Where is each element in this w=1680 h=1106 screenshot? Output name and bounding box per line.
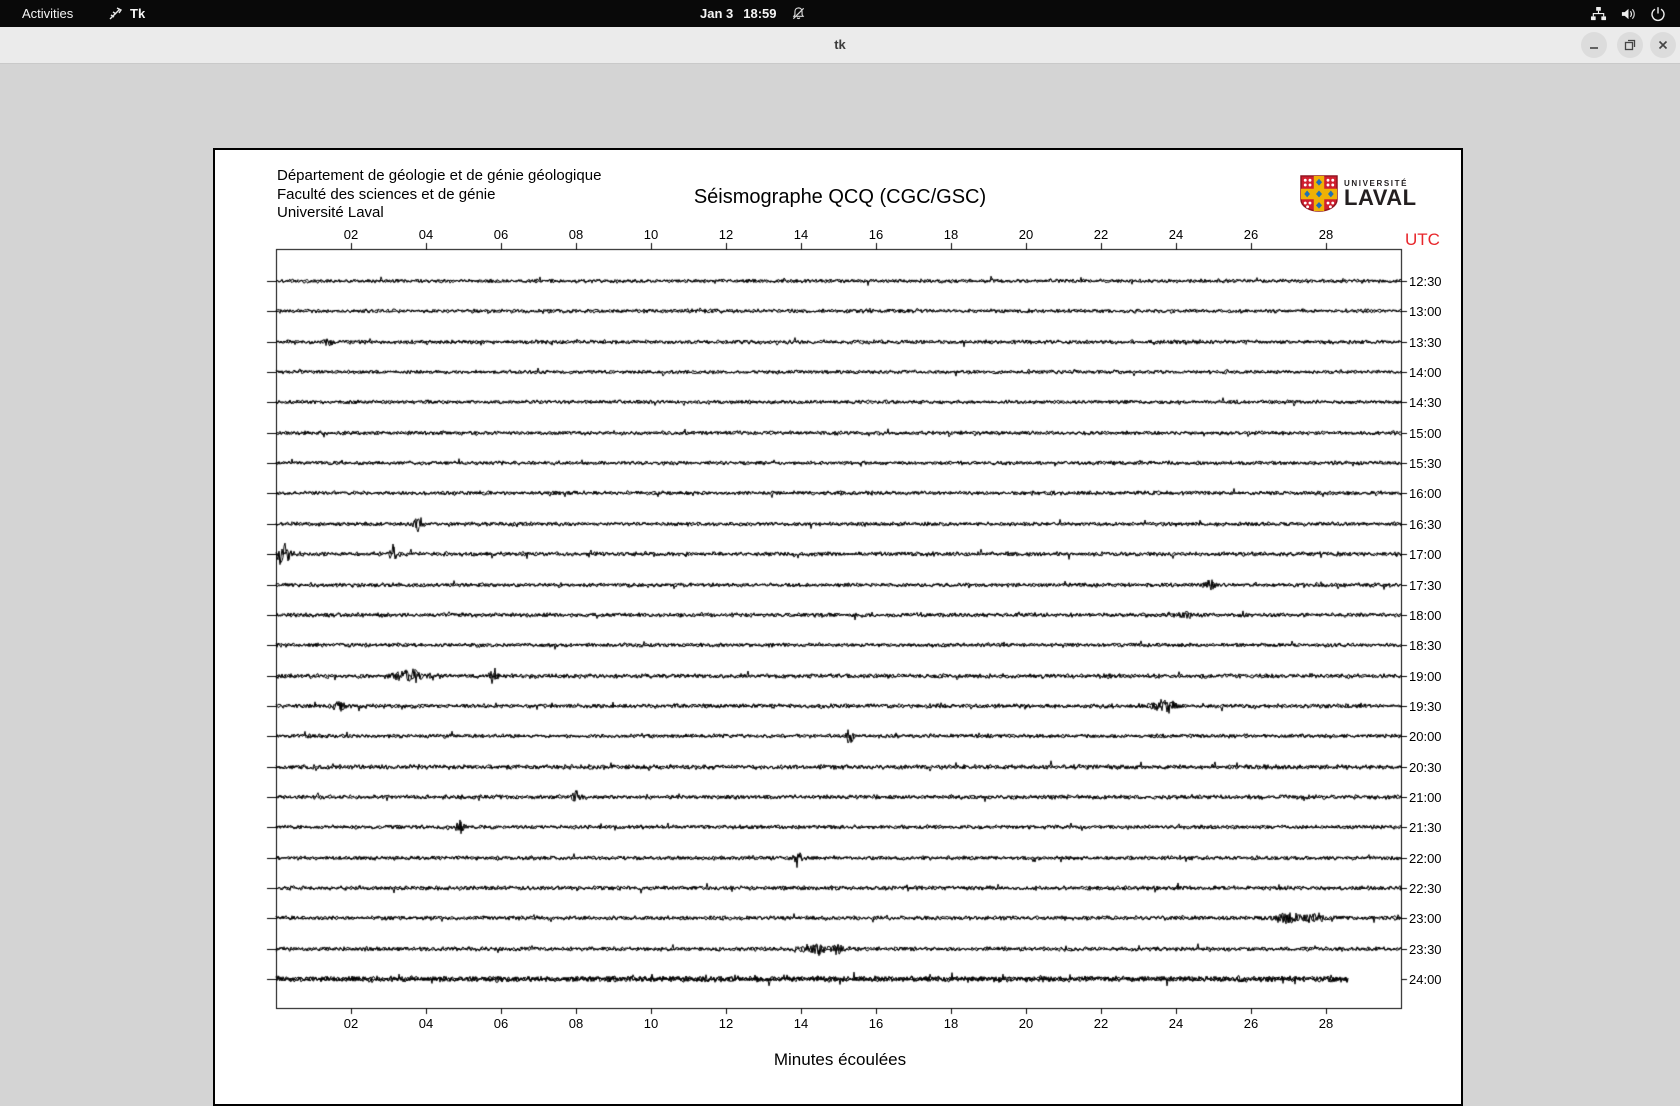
x-tick-label-bottom: 02 bbox=[343, 1016, 359, 1031]
utc-time-label: 18:30 bbox=[1409, 638, 1442, 653]
x-tick-label-bottom: 24 bbox=[1168, 1016, 1184, 1031]
x-tick-label-bottom: 26 bbox=[1243, 1016, 1259, 1031]
header-line-2: Faculté des sciences et de génie bbox=[277, 185, 496, 203]
x-tick-label-bottom: 10 bbox=[643, 1016, 659, 1031]
utc-time-label: 22:30 bbox=[1409, 881, 1442, 896]
tk-taskbar-item[interactable]: Tk bbox=[104, 0, 149, 27]
x-tick-label-bottom: 04 bbox=[418, 1016, 434, 1031]
chart-title: Séismographe QCQ (CGC/GSC) bbox=[693, 186, 987, 208]
department-header: Département de géologie et de génie géol… bbox=[277, 167, 601, 223]
utc-time-label: 20:00 bbox=[1409, 729, 1442, 744]
seismograph-canvas: Département de géologie et de génie géol… bbox=[213, 148, 1463, 1106]
utc-time-label: 22:00 bbox=[1409, 851, 1442, 866]
x-tick-label-bottom: 06 bbox=[493, 1016, 509, 1031]
minimize-icon bbox=[1590, 47, 1598, 49]
utc-time-label: 23:00 bbox=[1409, 911, 1442, 926]
notifications-disabled-icon bbox=[791, 6, 806, 21]
x-tick-label-top: 02 bbox=[343, 227, 359, 242]
window-title: tk bbox=[834, 37, 846, 52]
utc-time-label: 14:30 bbox=[1409, 395, 1442, 410]
x-tick-label-bottom: 14 bbox=[793, 1016, 809, 1031]
utc-time-label: 14:00 bbox=[1409, 365, 1442, 380]
x-tick-label-top: 24 bbox=[1168, 227, 1184, 242]
x-tick-label-top: 16 bbox=[868, 227, 884, 242]
minimize-button[interactable] bbox=[1581, 32, 1607, 58]
activities-button[interactable]: Activities bbox=[16, 0, 79, 27]
utc-time-label: 16:30 bbox=[1409, 517, 1442, 532]
x-tick-label-top: 20 bbox=[1018, 227, 1034, 242]
utc-time-label: 12:30 bbox=[1409, 274, 1442, 289]
clock-button[interactable]: Jan 3 18:59 bbox=[700, 0, 806, 27]
utc-time-label: 15:30 bbox=[1409, 456, 1442, 471]
x-tick-label-top: 10 bbox=[643, 227, 659, 242]
x-tick-label-top: 08 bbox=[568, 227, 584, 242]
close-button[interactable] bbox=[1650, 32, 1676, 58]
helicorder-plot bbox=[215, 150, 1461, 1104]
x-tick-label-top: 12 bbox=[718, 227, 734, 242]
x-tick-label-bottom: 22 bbox=[1093, 1016, 1109, 1031]
volume-icon bbox=[1620, 6, 1637, 22]
tk-item-label: Tk bbox=[130, 6, 146, 21]
utc-time-label: 19:00 bbox=[1409, 669, 1442, 684]
utc-time-label: 21:00 bbox=[1409, 790, 1442, 805]
clock-date: Jan 3 bbox=[700, 6, 734, 21]
utc-time-label: 20:30 bbox=[1409, 760, 1442, 775]
utc-time-label: 17:00 bbox=[1409, 547, 1442, 562]
x-tick-label-top: 28 bbox=[1318, 227, 1334, 242]
utc-time-label: 24:00 bbox=[1409, 972, 1442, 987]
x-tick-label-top: 26 bbox=[1243, 227, 1259, 242]
utc-time-label: 13:00 bbox=[1409, 304, 1442, 319]
clock-time: 18:59 bbox=[743, 6, 777, 21]
window-titlebar: tk bbox=[0, 27, 1680, 64]
x-tick-label-top: 18 bbox=[943, 227, 959, 242]
x-tick-label-bottom: 18 bbox=[943, 1016, 959, 1031]
app-content: Département de géologie et de génie géol… bbox=[0, 64, 1680, 1106]
restore-icon bbox=[1624, 39, 1636, 51]
activities-label: Activities bbox=[22, 6, 74, 21]
x-tick-label-bottom: 20 bbox=[1018, 1016, 1034, 1031]
power-icon bbox=[1650, 6, 1666, 22]
utc-time-label: 16:00 bbox=[1409, 486, 1442, 501]
x-tick-label-top: 14 bbox=[793, 227, 809, 242]
maximize-button[interactable] bbox=[1617, 32, 1643, 58]
system-status-area[interactable] bbox=[1590, 0, 1666, 27]
x-tick-label-bottom: 16 bbox=[868, 1016, 884, 1031]
laval-shield-icon bbox=[1300, 175, 1338, 212]
header-line-3: Université Laval bbox=[277, 204, 384, 221]
tk-icon bbox=[108, 6, 123, 21]
utc-label: UTC bbox=[1405, 230, 1440, 249]
logo-laval-text: LAVAL bbox=[1344, 185, 1417, 210]
laval-logo: UNIVERSITÉ LAVAL bbox=[1300, 175, 1417, 212]
x-tick-label-bottom: 08 bbox=[568, 1016, 584, 1031]
x-tick-label-bottom: 28 bbox=[1318, 1016, 1334, 1031]
network-wired-icon bbox=[1590, 6, 1607, 22]
close-icon bbox=[1658, 40, 1668, 50]
utc-time-label: 15:00 bbox=[1409, 426, 1442, 441]
utc-time-label: 18:00 bbox=[1409, 608, 1442, 623]
x-tick-label-top: 06 bbox=[493, 227, 509, 242]
x-tick-label-top: 04 bbox=[418, 227, 434, 242]
x-axis-title: Minutes écoulées bbox=[773, 1050, 907, 1069]
utc-time-label: 13:30 bbox=[1409, 335, 1442, 350]
utc-time-label: 21:30 bbox=[1409, 820, 1442, 835]
x-tick-label-top: 22 bbox=[1093, 227, 1109, 242]
x-tick-label-bottom: 12 bbox=[718, 1016, 734, 1031]
utc-time-label: 19:30 bbox=[1409, 699, 1442, 714]
gnome-top-bar: Activities Tk Jan 3 18:59 bbox=[0, 0, 1680, 27]
utc-time-label: 23:30 bbox=[1409, 942, 1442, 957]
header-line-1: Département de géologie et de génie géol… bbox=[277, 167, 602, 184]
utc-time-label: 17:30 bbox=[1409, 578, 1442, 593]
